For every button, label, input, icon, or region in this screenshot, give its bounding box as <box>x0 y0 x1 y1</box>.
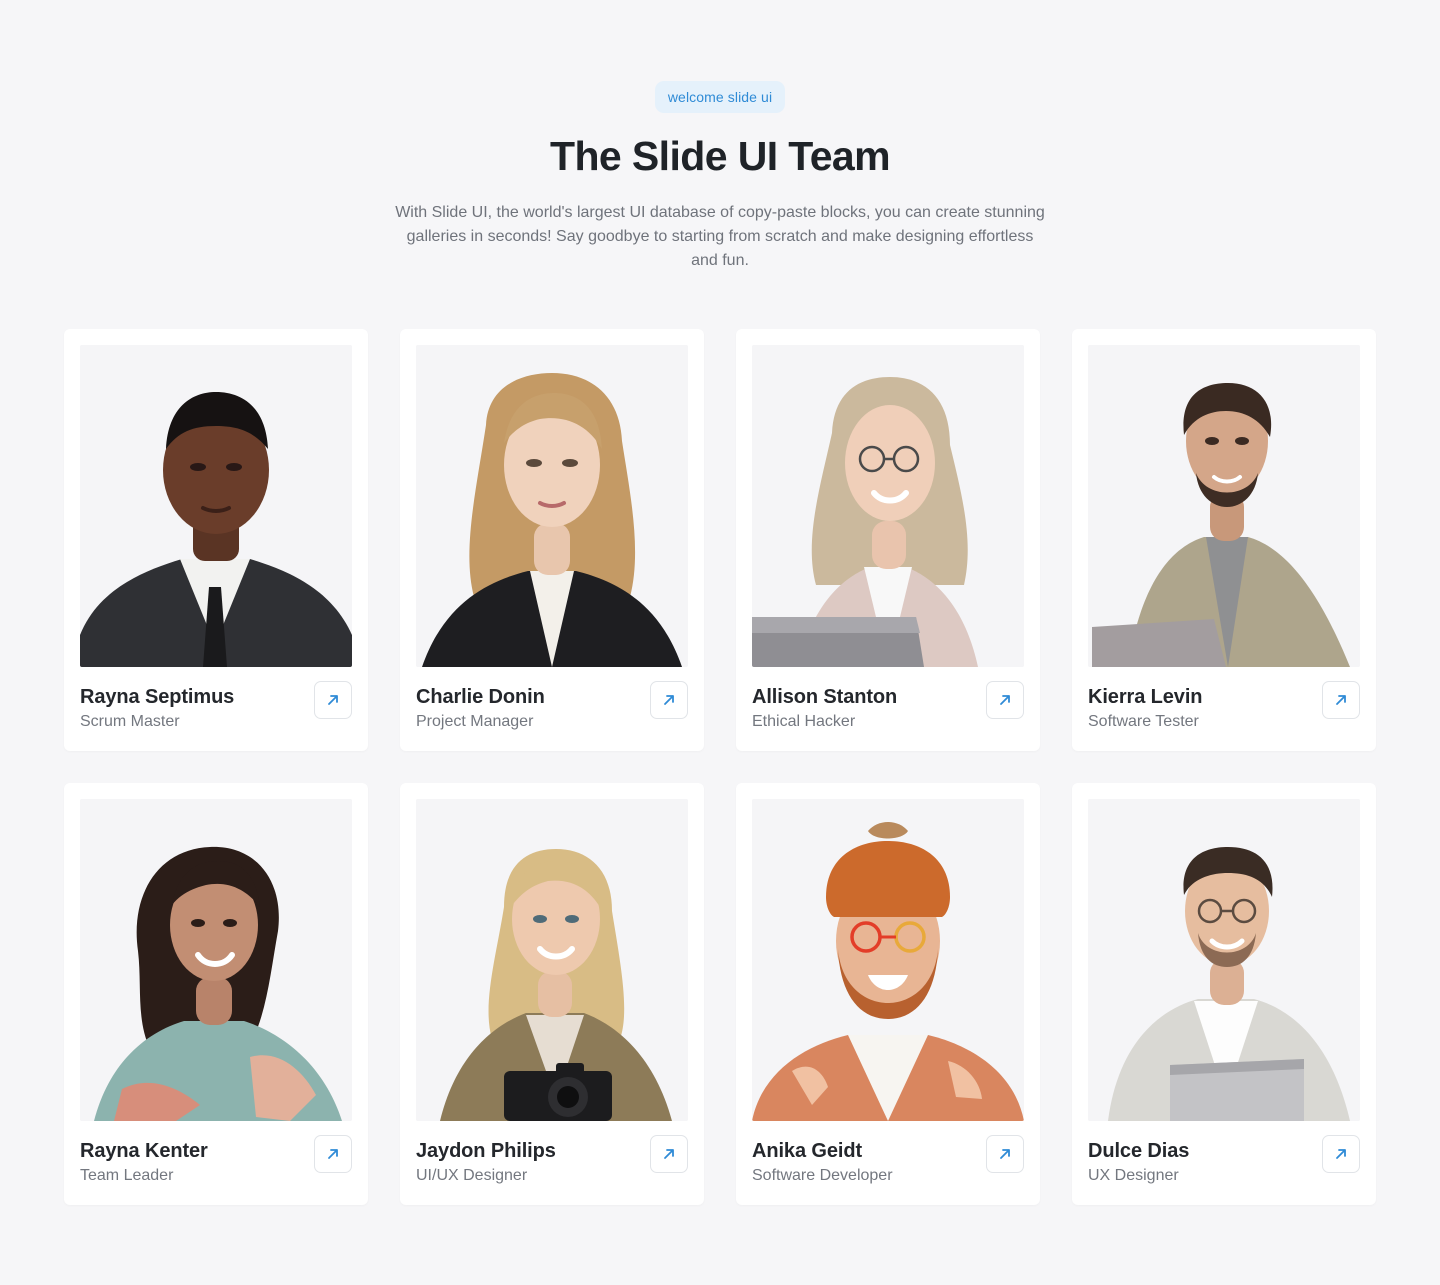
person-role: Team Leader <box>80 1167 174 1184</box>
person-info: Rayna Kenter Team Leader <box>80 1138 208 1187</box>
person-role: UX Designer <box>1088 1167 1179 1184</box>
card-footer: Rayna Septimus Scrum Master <box>80 681 352 733</box>
person-role: Software Developer <box>752 1167 893 1184</box>
person-photo <box>80 345 352 667</box>
person-role: Project Manager <box>416 713 534 730</box>
card-footer: Charlie Donin Project Manager <box>416 681 688 733</box>
team-card: Kierra Levin Software Tester <box>1072 329 1376 751</box>
person-info: Allison Stanton Ethical Hacker <box>752 684 897 733</box>
profile-link-button[interactable] <box>650 1135 688 1173</box>
person-name: Allison Stanton <box>752 686 898 708</box>
person-photo-icon <box>1088 345 1360 667</box>
profile-link-button[interactable] <box>986 681 1024 719</box>
person-info: Charlie Donin Project Manager <box>416 684 545 733</box>
arrow-up-right-icon <box>1336 1149 1346 1159</box>
profile-link-button[interactable] <box>986 1135 1024 1173</box>
person-photo <box>80 799 352 1121</box>
person-info: Rayna Septimus Scrum Master <box>80 684 234 733</box>
welcome-badge: welcome slide ui <box>654 81 786 113</box>
profile-link-button[interactable] <box>314 681 352 719</box>
profile-link-button[interactable] <box>314 1135 352 1173</box>
person-role: UI/UX Designer <box>416 1167 528 1184</box>
hero-section: welcome slide ui The Slide UI Team With … <box>0 81 1440 273</box>
team-page: welcome slide ui The Slide UI Team With … <box>0 0 1440 1285</box>
arrow-up-right-icon <box>328 695 338 705</box>
arrow-up-right-icon <box>664 1149 674 1159</box>
team-card: Dulce Dias UX Designer <box>1072 783 1376 1205</box>
person-photo <box>416 799 688 1121</box>
person-name: Rayna Kenter <box>80 1140 208 1162</box>
person-role: Software Tester <box>1088 713 1199 730</box>
arrow-up-right-icon <box>1000 1149 1010 1159</box>
profile-link-button[interactable] <box>650 681 688 719</box>
person-role: Ethical Hacker <box>752 713 856 730</box>
card-footer: Rayna Kenter Team Leader <box>80 1135 352 1187</box>
person-photo <box>752 799 1024 1121</box>
person-photo <box>1088 345 1360 667</box>
arrow-up-right-icon <box>1000 695 1010 705</box>
person-name: Kierra Levin <box>1088 686 1203 708</box>
person-photo-icon <box>80 799 352 1121</box>
card-footer: Allison Stanton Ethical Hacker <box>752 681 1024 733</box>
person-info: Anika Geidt Software Developer <box>752 1138 893 1187</box>
arrow-up-right-icon <box>328 1149 338 1159</box>
person-photo-icon <box>752 345 1024 667</box>
person-name: Rayna Septimus <box>80 686 235 708</box>
card-footer: Anika Geidt Software Developer <box>752 1135 1024 1187</box>
team-card: Allison Stanton Ethical Hacker <box>736 329 1040 751</box>
person-info: Kierra Levin Software Tester <box>1088 684 1203 733</box>
person-photo-icon <box>416 799 688 1121</box>
person-photo-icon <box>1088 799 1360 1121</box>
person-photo-icon <box>416 345 688 667</box>
person-photo <box>752 345 1024 667</box>
page-subtitle: With Slide UI, the world's largest UI da… <box>395 204 1045 269</box>
person-role: Scrum Master <box>80 713 180 730</box>
person-name: Anika Geidt <box>752 1140 863 1162</box>
team-card: Anika Geidt Software Developer <box>736 783 1040 1205</box>
page-title: The Slide UI Team <box>550 133 891 179</box>
profile-link-button[interactable] <box>1322 1135 1360 1173</box>
person-name: Jaydon Philips <box>416 1140 556 1162</box>
person-photo-icon <box>752 799 1024 1121</box>
person-photo <box>416 345 688 667</box>
team-card: Rayna Septimus Scrum Master <box>64 329 368 751</box>
person-info: Jaydon Philips UI/UX Designer <box>416 1138 556 1187</box>
person-info: Dulce Dias UX Designer <box>1088 1138 1189 1187</box>
profile-link-button[interactable] <box>1322 681 1360 719</box>
team-card: Rayna Kenter Team Leader <box>64 783 368 1205</box>
team-card: Charlie Donin Project Manager <box>400 329 704 751</box>
person-photo-icon <box>80 345 352 667</box>
team-grid: Rayna Septimus Scrum Master Charlie Doni… <box>64 329 1376 1205</box>
card-footer: Dulce Dias UX Designer <box>1088 1135 1360 1187</box>
person-photo <box>1088 799 1360 1121</box>
card-footer: Jaydon Philips UI/UX Designer <box>416 1135 688 1187</box>
person-name: Charlie Donin <box>416 686 545 708</box>
team-card: Jaydon Philips UI/UX Designer <box>400 783 704 1205</box>
arrow-up-right-icon <box>1336 695 1346 705</box>
person-name: Dulce Dias <box>1088 1140 1190 1162</box>
arrow-up-right-icon <box>664 695 674 705</box>
card-footer: Kierra Levin Software Tester <box>1088 681 1360 733</box>
